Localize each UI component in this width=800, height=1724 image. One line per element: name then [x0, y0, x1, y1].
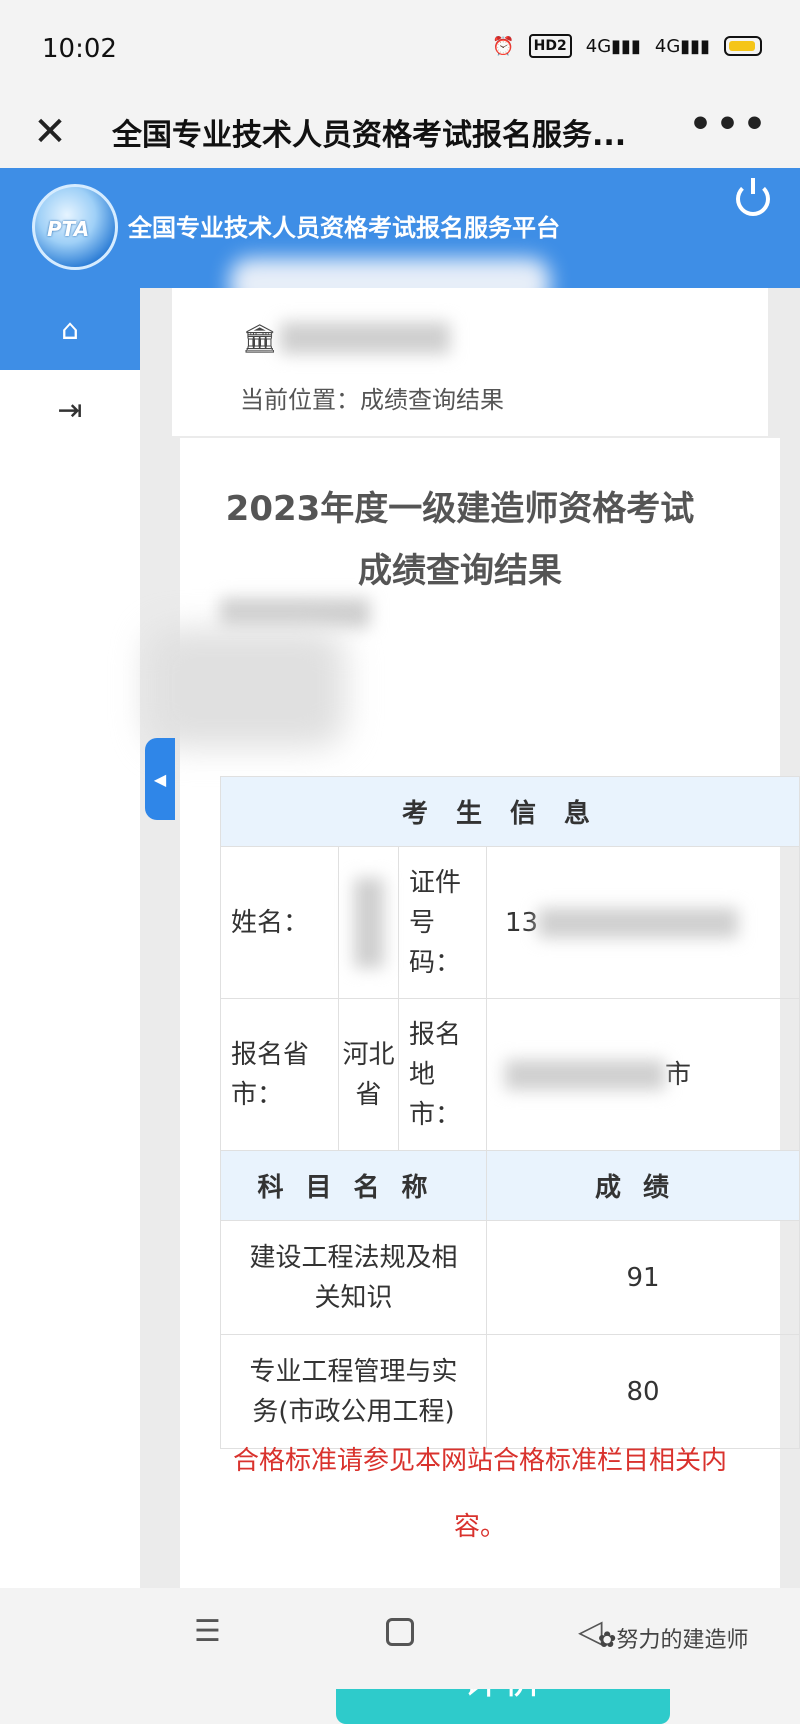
login-icon[interactable]: ⇥ — [0, 370, 140, 450]
redacted-area — [146, 628, 346, 748]
subject-header: 科目名称 — [220, 1150, 487, 1221]
name-label: 姓名： — [220, 846, 339, 999]
menu-icon[interactable]: ☰ — [194, 1614, 221, 1649]
sidebar-toggle-icon[interactable]: ◀ — [145, 738, 175, 820]
power-icon[interactable] — [736, 178, 770, 216]
site-name: 全国专业技术人员资格考试报名服务平台 — [128, 214, 560, 242]
pass-standard-notice: 合格标准请参见本网站合格标准栏目相关内容。 — [232, 1446, 727, 1542]
table-row: 姓名： 证件号码： 13 — [220, 846, 800, 999]
breadcrumb-card: 🏛 当前位置：成绩查询结果 — [172, 288, 768, 436]
watermark: ✿努力的建造师 — [598, 1628, 749, 1653]
pta-logo: PTA — [32, 184, 118, 270]
browser-title-bar: ✕ 全国专业技术人员资格考试报名服务... ••• — [0, 96, 800, 168]
bank-icon: 🏛 — [242, 322, 278, 355]
id-value: 13 — [486, 846, 800, 999]
system-nav-bar: ☰ ◁ ✿努力的建造师 — [0, 1588, 800, 1689]
section-header: 考生信息 — [220, 776, 800, 847]
battery-icon — [724, 36, 762, 56]
name-value — [338, 846, 399, 999]
signal-icon-1: 4G▮▮▮ — [585, 35, 641, 57]
result-title-line2: 成绩查询结果 — [358, 551, 562, 591]
sidebar: ⌂ ⇥ — [0, 288, 140, 1588]
hd-badge: HD2 — [528, 34, 572, 58]
status-icons: ⏰ HD2 4G▮▮▮ 4G▮▮▮ — [492, 34, 762, 58]
page-title: 全国专业技术人员资格考试报名服务... — [112, 118, 627, 153]
status-bar: 10:02 ⏰ HD2 4G▮▮▮ 4G▮▮▮ — [0, 0, 800, 96]
score-table: 考生信息 姓名： 证件号码： 13 报名省市： 河北省 报名地市： 市 科目名称… — [220, 776, 800, 1449]
status-time: 10:02 — [42, 34, 117, 64]
redacted-area — [280, 322, 450, 354]
more-options-button[interactable]: ••• — [689, 104, 770, 145]
province-value: 河北省 — [338, 998, 399, 1151]
redacted-area — [220, 598, 370, 628]
province-label: 报名省市： — [220, 998, 339, 1151]
result-card: 2023年度一级建造师资格考试 成绩查询结果 考生信息 姓名： 证件号码： 13… — [146, 438, 800, 1724]
city-value: 市 — [486, 998, 800, 1151]
signal-icon-2: 4G▮▮▮ — [654, 35, 710, 57]
subject-score: 91 — [486, 1220, 800, 1335]
subject-name: 建设工程法规及相关知识 — [220, 1220, 487, 1335]
site-header: PTA 全国专业技术人员资格考试报名服务平台 — [0, 168, 800, 310]
score-header: 成绩 — [486, 1150, 800, 1221]
close-button[interactable]: ✕ — [24, 106, 76, 158]
table-row: 报名省市： 河北省 报名地市： 市 — [220, 998, 800, 1151]
main-panel: 🏛 当前位置：成绩查询结果 2023年度一级建造师资格考试 成绩查询结果 考生信… — [140, 288, 800, 1724]
id-label: 证件号码： — [398, 846, 487, 999]
table-row: 建设工程法规及相关知识 91 — [220, 1220, 800, 1335]
result-title: 2023年度一级建造师资格考试 成绩查询结果 — [200, 478, 720, 602]
home-nav-icon[interactable] — [386, 1618, 414, 1646]
table-row: 科目名称 成绩 — [220, 1150, 800, 1221]
home-icon[interactable]: ⌂ — [0, 288, 140, 370]
city-label: 报名地市： — [398, 998, 487, 1151]
logo-text: PTA — [47, 217, 90, 241]
alarm-icon: ⏰ — [492, 35, 515, 57]
breadcrumb: 当前位置：成绩查询结果 — [240, 386, 504, 414]
result-title-line1: 2023年度一级建造师资格考试 — [225, 489, 695, 529]
